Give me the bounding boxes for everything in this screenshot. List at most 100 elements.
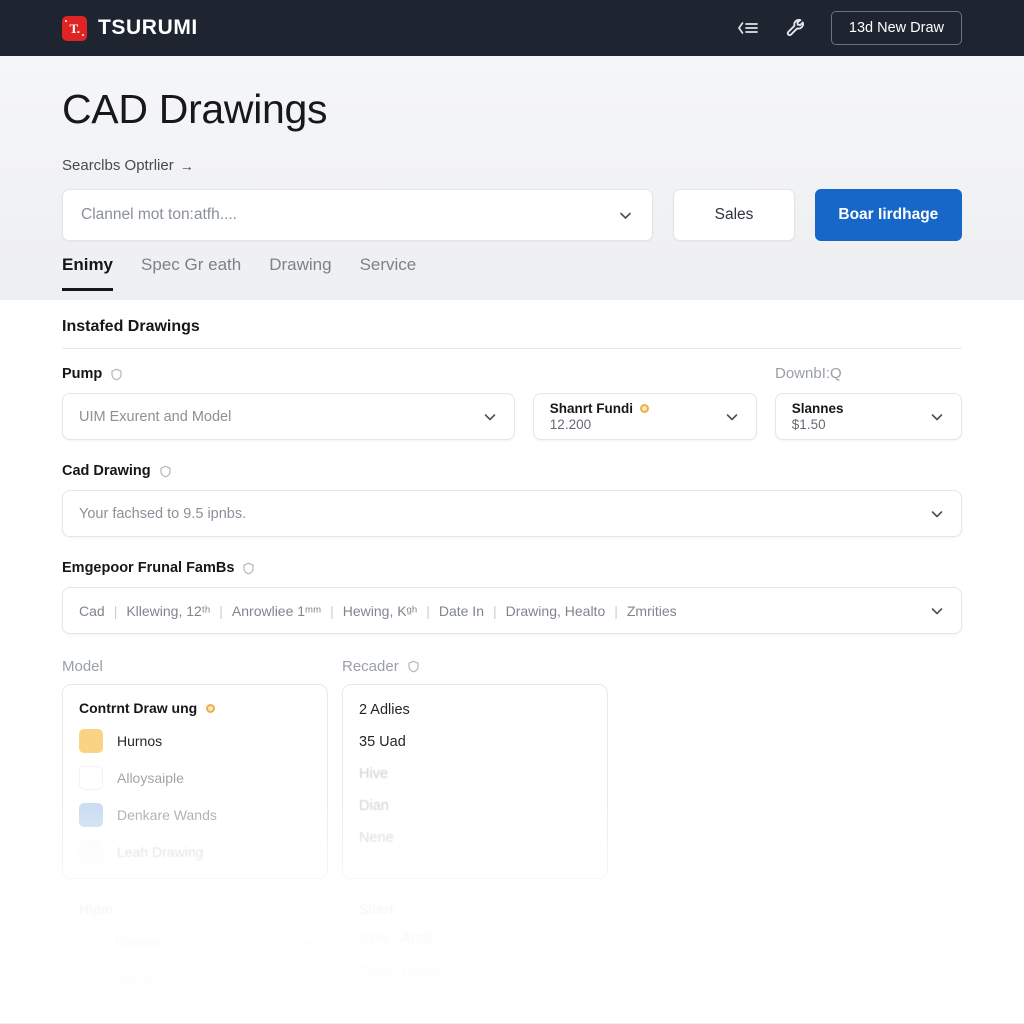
- sales-button[interactable]: Sales: [673, 189, 795, 242]
- params-chip: Kllewing, 12ᵗʰ: [126, 602, 211, 619]
- chip-separator: |: [426, 602, 430, 619]
- ghost-right-line-2: Cernel Drunsh: [359, 963, 447, 978]
- checkbox[interactable]: [79, 931, 101, 953]
- checkbox[interactable]: [79, 1003, 101, 1024]
- primary-action-button[interactable]: Boar Iirdhage: [814, 189, 962, 242]
- ghost-card-right[interactable]: Sitert $1% Anal Cernel Drunsh Ononal Din…: [342, 887, 608, 1024]
- arrow-right-icon: →: [179, 157, 194, 174]
- shaft-value: 12.200: [549, 417, 592, 432]
- brand-name-label: TSURUMI: [98, 16, 198, 39]
- wrench-icon[interactable]: [783, 15, 809, 41]
- chip-separator: |: [113, 602, 118, 619]
- cad-drawing-select[interactable]: Your fachsed to 9.5 ipnbs.: [62, 490, 962, 537]
- remove-icon[interactable]: ×: [304, 971, 311, 985]
- recader-card[interactable]: 2 Adlies 35 Uad Hive Dian Nene: [342, 684, 608, 879]
- params-chip: Anrowliee 1ᵐᵐ: [231, 602, 322, 619]
- list-item[interactable]: Hurnos: [79, 729, 311, 753]
- remove-icon[interactable]: ×: [304, 935, 311, 949]
- download-title: Slannes: [791, 401, 844, 416]
- chip-separator: |: [614, 602, 618, 619]
- color-swatch: [79, 729, 103, 753]
- cad-drawing-label-group: Cad Drawing: [62, 463, 172, 479]
- percentage-note: Anal: [400, 930, 433, 947]
- card-labels-row: Model Recader: [62, 658, 962, 676]
- params-chip: Cad: [79, 602, 105, 619]
- download-select[interactable]: Slannes $1.50: [774, 393, 962, 440]
- selects-row: UIM Exurent and Model Shanrt Fundi 12.20…: [62, 393, 962, 440]
- new-draw-button[interactable]: 13d New Draw: [830, 11, 962, 45]
- info-icon[interactable]: [159, 465, 172, 478]
- list-item-label: Bnar: [115, 1006, 144, 1022]
- brand-logo[interactable]: T. TSURUMI: [62, 15, 198, 41]
- chip-separator: |: [492, 602, 497, 619]
- search-placeholder: Clannel mot ton:atfh....: [81, 206, 237, 224]
- field-labels-row: Pump DownbI:Q: [62, 365, 962, 383]
- chevron-down-icon: [929, 603, 945, 619]
- checkbox[interactable]: [79, 967, 101, 989]
- params-label-group: Emgepoor Frunal FamBs: [62, 560, 255, 576]
- download-value: $1.50: [791, 417, 826, 432]
- main-content: Instafed Drawings Pump DownbI:Q UIM Exur…: [0, 300, 1024, 1024]
- tab-service[interactable]: Service: [360, 255, 417, 291]
- search-row: Clannel mot ton:atfh.... Sales Boar Iird…: [62, 189, 962, 242]
- list-item[interactable]: Bnar ×: [79, 1003, 311, 1024]
- list-item[interactable]: Denkare Wands: [79, 803, 311, 827]
- recader-line-1: 2 Adlies: [359, 702, 410, 718]
- page-header-zone: CAD Drawings Searclbs Optrlier → Clannel…: [0, 56, 1024, 300]
- cards-row: Contrnt Draw ung Hurnos Alloysaiple Denk…: [62, 684, 962, 879]
- pump-label-group: Pump: [62, 366, 123, 382]
- list-item[interactable]: Leah Drawing: [79, 840, 311, 864]
- recader-ghost-2: Dian: [359, 798, 389, 814]
- params-select[interactable]: Cad | Kllewing, 12ᵗʰ | Anrowliee 1ᵐᵐ | H…: [62, 587, 962, 634]
- ghost-card-left[interactable]: Hipm Gbernb × Bsarnrlo × Bnar ×: [62, 887, 328, 1024]
- chevron-down-icon: [617, 207, 634, 224]
- model-card[interactable]: Contrnt Draw ung Hurnos Alloysaiple Denk…: [62, 684, 328, 879]
- pump-label: Pump: [62, 366, 103, 382]
- logo-dot-b: [82, 33, 84, 36]
- download-label: DownbI:Q: [775, 365, 842, 382]
- search-input[interactable]: Clannel mot ton:atfh....: [62, 189, 654, 242]
- pump-select[interactable]: UIM Exurent and Model: [62, 393, 515, 440]
- list-item-label: Gbernb: [115, 934, 161, 950]
- section-title: Instafed Drawings: [62, 318, 200, 335]
- tab-enimy[interactable]: Enimy: [62, 255, 114, 291]
- model-card-title-row: Contrnt Draw ung: [79, 700, 311, 716]
- shaft-title: Shanrt Fundi: [549, 401, 634, 416]
- app-root: T. TSURUMI 13d New Draw CAD Drawings Sea…: [0, 0, 1024, 1024]
- collapse-menu-icon[interactable]: [735, 15, 761, 41]
- params-field: Emgepoor Frunal FamBs Cad | Kllewing, 12…: [62, 559, 962, 634]
- chip-separator: |: [330, 602, 334, 619]
- info-icon[interactable]: [242, 562, 255, 575]
- tab-spec-gr-eath[interactable]: Spec Gr eath: [141, 255, 241, 291]
- info-icon[interactable]: [110, 368, 123, 381]
- chevron-down-icon: [482, 409, 498, 425]
- section-divider: [62, 348, 962, 349]
- recader-label: Recader: [342, 658, 399, 675]
- chip-separator: |: [219, 602, 223, 619]
- color-swatch: [79, 766, 103, 790]
- cad-drawing-field: Cad Drawing Your fachsed to 9.5 ipnbs.: [62, 462, 962, 537]
- ghost-right-pct-row: $1% Anal: [359, 930, 591, 948]
- ghost-right-line-3: Ononal Dinobiase: [359, 993, 467, 1008]
- tab-drawing[interactable]: Drawing: [269, 255, 331, 291]
- params-chip: Drawing, Healto: [505, 602, 606, 619]
- recader-ghost-3: Nene: [359, 830, 394, 846]
- info-icon[interactable]: [407, 660, 420, 673]
- search-options-link[interactable]: Searclbs Optrlier →: [62, 157, 194, 174]
- status-dot-icon: [640, 404, 650, 413]
- shaft-fund-select[interactable]: Shanrt Fundi 12.200: [532, 393, 757, 440]
- tab-bar: Enimy Spec Gr eath Drawing Service: [62, 255, 416, 291]
- remove-icon[interactable]: ×: [304, 1007, 311, 1021]
- percentage-value: $1%: [359, 930, 390, 947]
- list-item[interactable]: Alloysaiple: [79, 766, 311, 790]
- chevron-down-icon: [929, 409, 945, 425]
- color-swatch: [79, 803, 103, 827]
- params-chip: Zmrities: [626, 602, 677, 619]
- list-item-label: Denkare Wands: [117, 807, 217, 823]
- params-label: Emgepoor Frunal FamBs: [62, 560, 235, 576]
- list-item[interactable]: Bsarnrlo ×: [79, 967, 311, 989]
- color-swatch: [79, 840, 103, 864]
- list-item-label: Hurnos: [117, 733, 163, 749]
- list-item[interactable]: Gbernb ×: [79, 931, 311, 953]
- chevron-down-icon: [929, 506, 945, 522]
